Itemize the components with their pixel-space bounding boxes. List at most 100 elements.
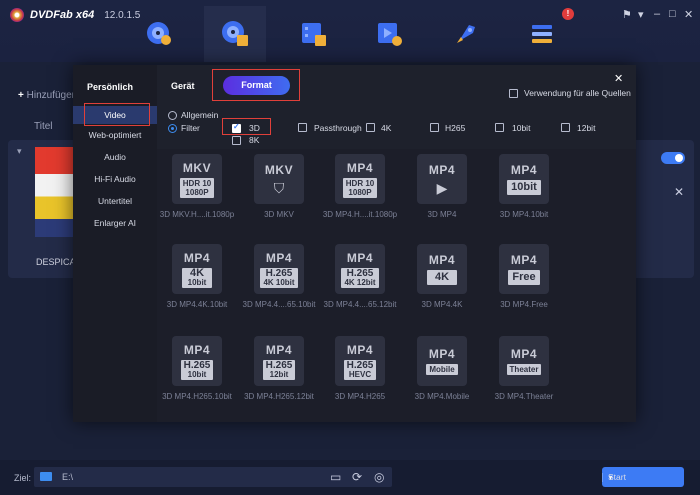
format-tile[interactable]: MP4 H.265 12bit 3D MP4.H265.12bit	[239, 336, 319, 416]
sidebar-item-hifi-audio[interactable]: Hi-Fi Audio	[73, 170, 157, 188]
format-tile[interactable]: MKV HDR 10 1080P 3D MKV.H....it.1080p	[157, 154, 237, 234]
format-name: 3D MP4.Free	[500, 300, 548, 309]
format-ext: MP4	[428, 347, 456, 361]
format-name: 3D MP4	[427, 210, 457, 219]
format-ext: MP4	[428, 162, 456, 177]
globe-icon[interactable]: ◎	[374, 470, 384, 484]
chevron-down-icon[interactable]: ▾	[17, 146, 22, 157]
format-tile[interactable]: MP4 Mobile 3D MP4.Mobile	[402, 336, 482, 416]
filter-h265-checkbox[interactable]	[430, 123, 439, 132]
pin-icon[interactable]: ⚑	[622, 8, 632, 21]
format-ext: MKV	[182, 160, 212, 175]
remove-source-icon[interactable]: ✕	[674, 185, 684, 199]
mp4-format-icon: MP4 Free	[499, 244, 549, 294]
filter-12bit-checkbox[interactable]	[561, 123, 570, 132]
refresh-icon[interactable]: ⟳	[352, 470, 362, 484]
format-name: 3D MP4.H....it.1080p	[322, 210, 398, 219]
apply-all-checkbox[interactable]	[509, 89, 518, 98]
source-toggle[interactable]	[661, 152, 685, 164]
format-name: 3D MP4.Mobile	[414, 392, 470, 401]
play-film-icon: ▶	[436, 179, 448, 196]
format-badge: H.265 HEVC	[343, 359, 377, 380]
sidebar-item-video[interactable]: Video	[73, 106, 157, 124]
format-tile[interactable]: MP4 4K 3D MP4.4K	[402, 244, 482, 324]
notification-badge[interactable]: !	[562, 8, 574, 20]
menu-icon[interactable]: ▾	[638, 8, 644, 21]
plus-icon: +	[18, 90, 27, 101]
mp4-format-icon: MP4 Mobile	[417, 336, 467, 386]
format-tile[interactable]: MP4 H.265 4K 10bit 3D MP4.4....65.10bit	[239, 244, 319, 324]
format-badge: 4K 10bit	[182, 267, 212, 288]
maximize-icon[interactable]: □	[669, 8, 676, 20]
filter-3d-checkbox[interactable]	[232, 122, 241, 133]
format-name: 3D MP4.4K.10bit	[166, 300, 228, 309]
format-ext: MP4	[183, 250, 211, 265]
mp4-format-icon: MP4 HDR 10 1080P	[335, 154, 385, 204]
profile-sidebar: Persönlich Video Web-optimiert Audio Hi-…	[73, 65, 157, 422]
format-tile[interactable]: MP4 4K 10bit 3D MP4.4K.10bit	[157, 244, 237, 324]
copy-icon	[147, 22, 171, 45]
format-ext: MP4	[510, 253, 538, 267]
ripper-icon	[222, 21, 248, 46]
start-label: Start	[608, 472, 626, 482]
mp4-format-icon: MP4 H.265 HEVC	[335, 336, 385, 386]
minimize-icon[interactable]: –	[654, 8, 660, 20]
format-ext: MP4	[265, 250, 293, 265]
format-tile[interactable]: MP4 H.265 4K 12bit 3D MP4.4....65.12bit	[320, 244, 400, 324]
format-tile[interactable]: MP4 H.265 10bit 3D MP4.H265.10bit	[157, 336, 237, 416]
format-name: 3D MP4.4K	[421, 300, 463, 309]
format-tile[interactable]: MP4 Theater 3D MP4.Theater	[484, 336, 564, 416]
format-tile[interactable]: MP4 10bit 3D MP4.10bit	[484, 154, 564, 234]
format-ext: MP4	[428, 253, 456, 267]
format-tile[interactable]: MKV ⛉ 3D MKV	[239, 154, 319, 234]
tab-format[interactable]: Format	[223, 76, 290, 95]
sidebar-item-subtitles[interactable]: Untertitel	[73, 192, 157, 210]
filter-10bit-checkbox[interactable]	[495, 123, 504, 132]
open-folder-icon[interactable]: ▭	[330, 470, 341, 484]
sidebar-item-enlarger-ai[interactable]: Enlarger AI	[73, 214, 157, 232]
nav-converter[interactable]	[282, 6, 344, 62]
add-source-button[interactable]: + Hinzufügen	[18, 90, 77, 101]
folder-icon	[40, 472, 52, 481]
close-dialog-icon[interactable]: ✕	[614, 72, 623, 85]
close-window-icon[interactable]: ✕	[684, 8, 693, 21]
app-name: DVDFab x64	[30, 9, 95, 21]
filter-h265-label: H265	[445, 123, 466, 133]
format-ext: MP4	[346, 250, 374, 265]
format-name: 3D MP4.H265.12bit	[244, 392, 314, 401]
format-badge: H.265 4K 10bit	[260, 267, 298, 288]
output-path-value: E:\	[62, 472, 74, 482]
tab-device[interactable]: Gerät	[171, 81, 195, 91]
radio-filter-label: Filter	[181, 123, 200, 133]
mp4-format-icon: MP4 H.265 10bit	[172, 336, 222, 386]
filter-8k-checkbox[interactable]	[232, 136, 241, 145]
start-button[interactable]: Start ▾	[602, 467, 684, 487]
format-tile[interactable]: MP4 Free 3D MP4.Free	[484, 244, 564, 324]
sidebar-heading: Persönlich	[87, 82, 134, 92]
movie-title: DESPICA	[36, 257, 76, 267]
nav-ripper[interactable]	[204, 6, 266, 62]
radio-filter[interactable]	[168, 124, 177, 133]
nav-utility[interactable]	[435, 6, 497, 62]
filter-4k-label: 4K	[381, 123, 392, 133]
task-queue-icon	[532, 25, 552, 43]
radio-general[interactable]	[168, 111, 177, 120]
filter-12bit-label: 12bit	[577, 123, 596, 133]
format-tile[interactable]: MP4 HDR 10 1080P 3D MP4.H....it.1080p	[320, 154, 400, 234]
format-ext: MP4	[183, 342, 211, 357]
mp4-format-icon: MP4 H.265 12bit	[254, 336, 304, 386]
format-grid: MKV HDR 10 1080P 3D MKV.H....it.1080p MKV…	[157, 149, 636, 422]
apply-all-label: Verwendung für alle Quellen	[524, 88, 631, 98]
format-tile[interactable]: MP4 H.265 HEVC 3D MP4.H265	[320, 336, 400, 416]
nav-creator[interactable]	[358, 6, 420, 62]
filter-3d-label: 3D	[249, 123, 260, 133]
format-name: 3D MP4.4....65.10bit	[242, 300, 316, 309]
sidebar-item-audio[interactable]: Audio	[73, 148, 157, 166]
format-ext: MP4	[510, 163, 538, 177]
nav-copy[interactable]	[128, 6, 190, 62]
sidebar-item-web-optimized[interactable]: Web-optimiert	[73, 126, 157, 144]
filter-10bit-label: 10bit	[512, 123, 531, 133]
format-tile[interactable]: MP4 ▶ 3D MP4	[402, 154, 482, 234]
filter-4k-checkbox[interactable]	[366, 123, 375, 132]
filter-passthrough-checkbox[interactable]	[298, 123, 307, 132]
